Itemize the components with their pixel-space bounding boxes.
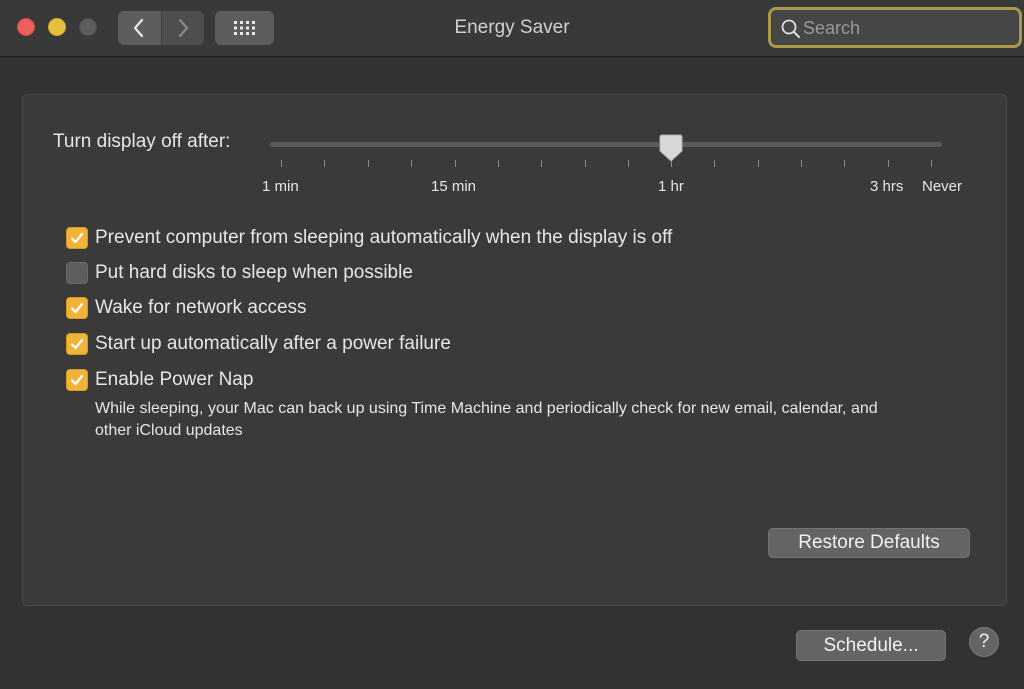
slider-tick <box>758 160 759 167</box>
slider-tick-label: 15 min <box>431 178 477 195</box>
power-nap-checkbox[interactable] <box>66 369 88 391</box>
restore-defaults-button[interactable]: Restore Defaults <box>768 528 970 558</box>
power-failure-checkbox[interactable] <box>66 333 88 355</box>
power-failure-label: Start up automatically after a power fai… <box>95 333 451 354</box>
search-field[interactable] <box>768 7 1022 48</box>
prevent-sleep-checkbox[interactable] <box>66 227 88 249</box>
power-nap-description: While sleeping, your Mac can back up usi… <box>95 400 878 439</box>
wake-network-checkbox[interactable] <box>66 297 88 319</box>
slider-tick <box>628 160 629 167</box>
disk-sleep-label: Put hard disks to sleep when possible <box>95 262 413 283</box>
disk-sleep-checkbox[interactable] <box>66 262 88 284</box>
slider-tick-label: 3 hrs <box>870 178 904 195</box>
slider-tick <box>411 160 412 167</box>
prevent-sleep-label: Prevent computer from sleeping automatic… <box>95 227 673 248</box>
slider-tick-label: 1 hr <box>658 178 684 195</box>
slider-tick <box>498 160 499 167</box>
slider-tick <box>801 160 802 167</box>
power-nap-option[interactable]: Enable Power Nap <box>66 368 253 392</box>
prevent-sleep-option[interactable]: Prevent computer from sleeping automatic… <box>66 226 672 250</box>
slider-tick <box>324 160 325 167</box>
slider-thumb[interactable] <box>659 134 683 162</box>
search-icon <box>781 19 800 38</box>
checkmark-icon <box>70 338 84 350</box>
slider-tick <box>541 160 542 167</box>
slider-tick <box>368 160 369 167</box>
slider-tick <box>931 160 932 167</box>
slider-tick <box>281 160 282 167</box>
slider-tick-label: Never <box>922 178 963 195</box>
search-input[interactable] <box>803 16 1013 40</box>
title-bar: Energy Saver <box>0 0 1024 57</box>
power-nap-label: Enable Power Nap <box>95 369 254 390</box>
checkmark-icon <box>70 232 84 244</box>
display-sleep-label: Turn display off after: <box>53 131 231 152</box>
wake-network-option[interactable]: Wake for network access <box>66 296 307 320</box>
wake-network-label: Wake for network access <box>95 297 307 318</box>
slider-tick <box>585 160 586 167</box>
slider-tick <box>888 160 889 167</box>
power-failure-option[interactable]: Start up automatically after a power fai… <box>66 332 451 356</box>
slider-tick-label: 1 min <box>262 178 299 195</box>
slider-track[interactable] <box>270 142 942 147</box>
checkmark-icon <box>70 374 84 386</box>
help-button[interactable]: ? <box>969 627 999 657</box>
slider-tick <box>455 160 456 167</box>
schedule-button[interactable]: Schedule... <box>796 630 946 661</box>
checkmark-icon <box>70 302 84 314</box>
slider-tick <box>714 160 715 167</box>
disk-sleep-option[interactable]: Put hard disks to sleep when possible <box>66 261 413 285</box>
slider-tick <box>844 160 845 167</box>
